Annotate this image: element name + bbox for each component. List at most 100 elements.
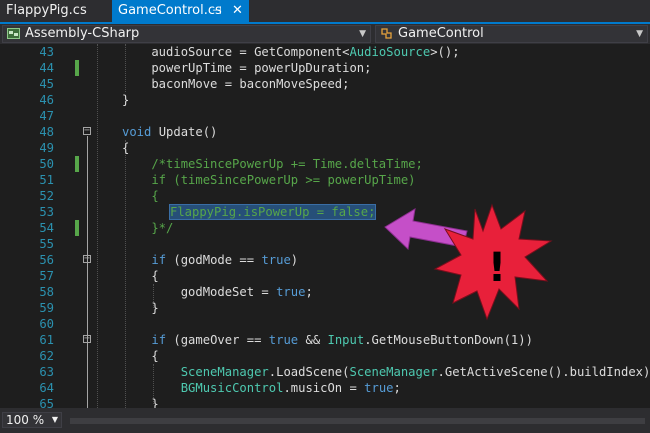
class-dropdown[interactable]: GameControl ▼ (375, 25, 648, 43)
zoom-dropdown[interactable]: 100 % ▼ (2, 412, 62, 428)
code-text: { (122, 348, 158, 364)
code-token: SceneManager (180, 365, 269, 379)
line-number: 46 (39, 93, 54, 107)
code-token: .musicOn = (283, 381, 365, 395)
tab-label: FlappyPig.cs (6, 3, 87, 18)
class-icon (381, 28, 392, 39)
code-token: powerUpTime = powerUpDuration; (122, 61, 372, 75)
code-token: .LoadScene( (268, 365, 350, 379)
project-name: Assembly-CSharp (25, 26, 140, 41)
code-token: Input (327, 333, 365, 347)
project-dropdown[interactable]: Assembly-CSharp ▼ (2, 25, 371, 43)
line-number: 51 (39, 173, 54, 187)
line-number: 64 (39, 381, 54, 395)
code-text: SceneManager.LoadScene(SceneManager.GetA… (122, 364, 650, 380)
code-editor[interactable]: 43 audioSource = GetComponent<AudioSourc… (0, 44, 650, 411)
code-token: if (151, 333, 167, 347)
tab-flappypig[interactable]: FlappyPig.cs (0, 0, 112, 22)
code-line[interactable]: 47 (0, 108, 650, 124)
code-line[interactable]: 46} (0, 92, 650, 108)
code-token: && (298, 333, 328, 347)
line-number: 54 (39, 221, 54, 235)
document-tab-strip: FlappyPig.cs GameControl.cs ⊣ ✕ (0, 0, 650, 24)
code-text: powerUpTime = powerUpDuration; (122, 60, 371, 76)
code-token: ; (305, 285, 313, 299)
code-text: } (122, 92, 129, 108)
code-token: true (364, 381, 394, 395)
collapse-icon[interactable]: − (83, 334, 91, 344)
code-text: void Update() (122, 124, 217, 140)
change-marker (75, 220, 79, 236)
code-line[interactable]: 61 − if (gameOver == true && Input.GetMou… (0, 332, 650, 348)
warning-symbol: ! (488, 245, 506, 291)
code-token: ) (290, 253, 299, 267)
code-token: audioSource = GetComponent< (122, 45, 350, 59)
code-text: { (122, 188, 159, 204)
line-number: 63 (39, 365, 54, 379)
code-token: } (122, 93, 130, 107)
line-number: 56 (39, 253, 54, 267)
code-token: /*timeSincePowerUp += Time.deltaTime; (122, 157, 423, 171)
code-line[interactable]: 48 − void Update() (0, 124, 650, 140)
code-text: } (122, 300, 159, 316)
code-line[interactable]: 43 audioSource = GetComponent<AudioSourc… (0, 44, 650, 60)
status-bar: 100 % ▼ (0, 408, 650, 433)
change-marker (75, 60, 79, 76)
code-text: audioSource = GetComponent<AudioSource>(… (122, 44, 459, 60)
code-text: { (122, 268, 159, 284)
line-number: 59 (39, 301, 54, 315)
code-token: void (122, 125, 152, 139)
line-number: 55 (39, 237, 54, 251)
code-line[interactable]: 49 { (0, 140, 650, 156)
code-text: if (gameOver == true && Input.GetMouseBu… (122, 332, 533, 348)
code-token: .GetMouseButtonDown(1)) (364, 333, 533, 347)
pin-icon[interactable]: ⊣ (212, 0, 222, 22)
code-token: if (timeSincePowerUp >= powerUpTime) (122, 173, 416, 187)
line-number: 60 (39, 317, 54, 331)
code-text: baconMove = baconMoveSpeed; (122, 76, 349, 92)
code-text: BGMusicControl.musicOn = true; (122, 380, 401, 396)
code-line[interactable]: 64 BGMusicControl.musicOn = true; (0, 380, 650, 396)
horizontal-scrollbar[interactable] (70, 418, 645, 424)
tab-gamecontrol[interactable]: GameControl.cs ⊣ ✕ (112, 0, 249, 22)
line-number: 61 (39, 333, 54, 347)
code-token: .GetActiveScene().buildIndex); (437, 365, 650, 379)
zoom-level: 100 % (6, 413, 45, 427)
code-text: godModeSet = true; (122, 284, 313, 300)
code-token: SceneManager (349, 365, 438, 379)
code-line[interactable]: 50 /*timeSincePowerUp += Time.deltaTime; (0, 156, 650, 172)
project-icon (7, 28, 20, 39)
code-line[interactable]: 63 SceneManager.LoadScene(SceneManager.G… (0, 364, 650, 380)
tab-label: GameControl.cs (118, 3, 222, 18)
line-number: 57 (39, 269, 54, 283)
code-token: { (122, 189, 159, 203)
code-text: /*timeSincePowerUp += Time.deltaTime; (122, 156, 423, 172)
code-token: BGMusicControl (180, 381, 284, 395)
code-text: { (122, 140, 129, 156)
chevron-down-icon: ▼ (636, 29, 643, 39)
code-text: if (godMode == true) (122, 252, 298, 268)
collapse-icon[interactable]: − (83, 254, 91, 264)
line-number: 47 (39, 109, 54, 123)
code-token: } (122, 301, 159, 315)
line-number: 50 (39, 157, 54, 171)
line-number: 53 (39, 205, 54, 219)
code-token: }*/ (122, 221, 174, 235)
line-number: 62 (39, 349, 54, 363)
line-number: 45 (39, 77, 54, 91)
code-line[interactable]: 45 baconMove = baconMoveSpeed; (0, 76, 650, 92)
code-line[interactable]: 44 powerUpTime = powerUpDuration; (0, 60, 650, 76)
code-token: (gameOver == (166, 333, 269, 347)
line-number: 58 (39, 285, 54, 299)
code-token: { (122, 269, 159, 283)
code-line[interactable]: 62 { (0, 348, 650, 364)
change-marker (75, 156, 79, 172)
code-token: { (122, 141, 130, 155)
code-line[interactable]: 51 if (timeSincePowerUp >= powerUpTime) (0, 172, 650, 188)
close-icon[interactable]: ✕ (232, 0, 243, 22)
collapse-icon[interactable]: − (83, 126, 91, 136)
